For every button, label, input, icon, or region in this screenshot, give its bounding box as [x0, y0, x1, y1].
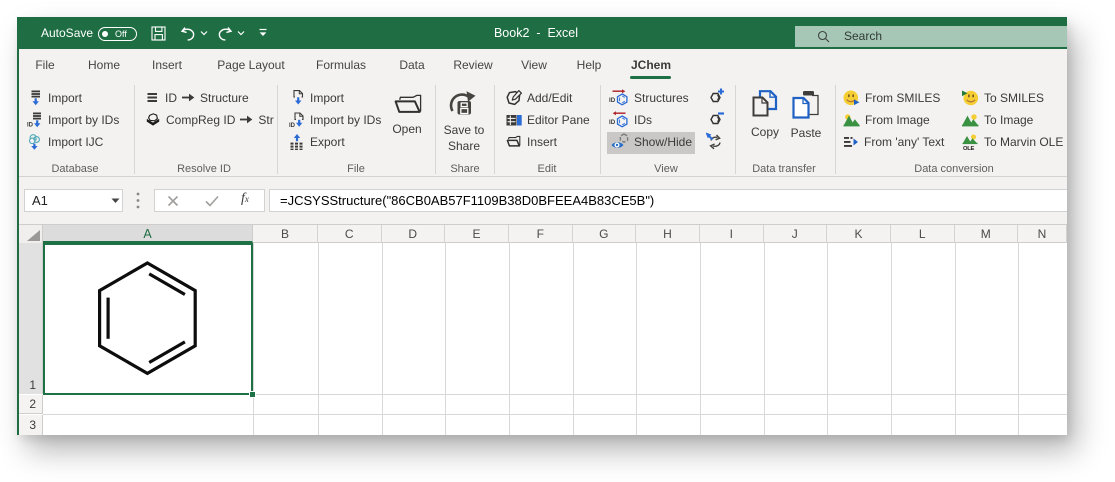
- svg-text:ID: ID: [289, 122, 296, 127]
- svg-text:ID: ID: [609, 119, 616, 126]
- svg-text:ID: ID: [609, 97, 616, 104]
- svg-text:OLE: OLE: [963, 146, 974, 150]
- svg-text:ID: ID: [27, 122, 34, 128]
